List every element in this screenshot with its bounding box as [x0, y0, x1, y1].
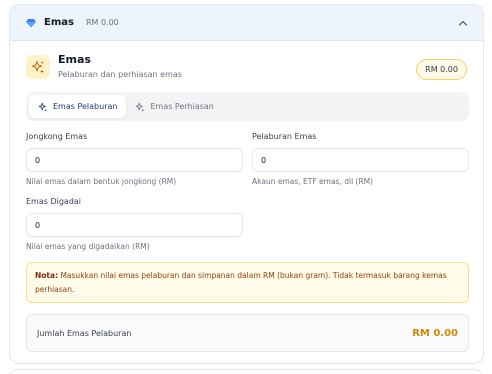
- pelaburan-field-group: Pelaburan Emas 0 Akaun emas, ETF emas, d…: [252, 132, 469, 186]
- section-head: Emas Pelaburan dan perhiasan emas RM 0.0…: [26, 53, 467, 85]
- tab-emas-pelaburan[interactable]: Emas Pelaburan: [29, 95, 127, 118]
- header-title: Emas: [44, 17, 74, 28]
- tab-label: Emas Pelaburan: [53, 102, 118, 111]
- digadai-help: Nilai emas yang digadaikan (RM): [26, 242, 150, 251]
- gold-assets-card: Emas RM 0.00 Emas Pelaburan dan perhiasa…: [9, 4, 484, 364]
- jongkong-help: Nilai emas dalam bentuk jongkong (RM): [26, 177, 177, 186]
- digadai-input[interactable]: 0: [26, 213, 243, 237]
- digadai-field-group: Emas Digadai 0 Nilai emas yang digadaika…: [26, 197, 243, 251]
- asset-tabs: Emas Pelaburan Emas Perhiasan: [26, 92, 469, 121]
- pelaburan-label: Pelaburan Emas: [252, 132, 317, 141]
- note-prefix: Nota:: [35, 271, 59, 280]
- jongkong-label: Jongkong Emas: [26, 132, 88, 141]
- jongkong-field-group: Jongkong Emas 0 Nilai emas dalam bentuk …: [26, 132, 243, 186]
- total-label: Jumlah Emas Pelaburan: [37, 328, 132, 338]
- section-subtitle: Pelaburan dan perhiasan emas: [58, 70, 182, 79]
- next-card: [9, 369, 484, 374]
- digadai-label: Emas Digadai: [26, 197, 82, 206]
- header-amount: RM 0.00: [85, 18, 119, 27]
- section-title: Emas: [58, 53, 91, 66]
- total-row: Jumlah Emas Pelaburan RM 0.00: [26, 314, 469, 352]
- gem-icon: [26, 18, 36, 27]
- tab-emas-perhiasan[interactable]: Emas Perhiasan: [126, 95, 222, 118]
- sparkles-icon: [26, 55, 50, 79]
- card-header[interactable]: Emas RM 0.00: [10, 5, 483, 41]
- pelaburan-input[interactable]: 0: [252, 148, 469, 172]
- pelaburan-help: Akaun emas, ETF emas, dll (RM): [252, 177, 374, 186]
- chevron-up-icon[interactable]: [457, 17, 469, 29]
- note-text: Masukkan nilai emas pelaburan dan simpan…: [35, 271, 447, 294]
- sparkles-icon: [136, 102, 145, 112]
- tab-label: Emas Perhiasan: [150, 102, 214, 111]
- total-value: RM 0.00: [412, 327, 458, 339]
- note-box: Nota: Masukkan nilai emas pelaburan dan …: [26, 262, 469, 303]
- total-pill: RM 0.00: [416, 59, 467, 80]
- sparkles-icon: [38, 102, 48, 112]
- jongkong-input[interactable]: 0: [26, 148, 243, 172]
